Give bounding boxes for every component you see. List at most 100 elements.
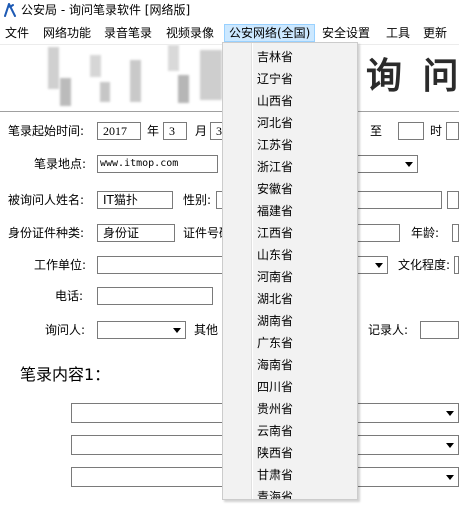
interrogator-select[interactable]	[97, 321, 186, 339]
province-menu-item[interactable]: 山西省	[223, 90, 357, 112]
end-minute-input[interactable]	[446, 122, 459, 140]
province-label: 江苏省	[257, 138, 294, 152]
chevron-down-icon[interactable]	[442, 468, 458, 486]
province-menu-item[interactable]: 浙江省	[223, 156, 357, 178]
province-label: 福建省	[257, 204, 294, 218]
age-label: 年龄:	[411, 226, 440, 240]
location-input[interactable]: www.itmop.com	[97, 155, 218, 173]
menu-network[interactable]: 网络功能	[38, 24, 96, 42]
province-label: 甘肃省	[257, 468, 294, 482]
menu-police-network[interactable]: 公安网络(全国)	[224, 24, 316, 42]
page-title: 询 问	[366, 55, 459, 97]
window-title: 公安局 - 询问笔录软件 [网络版]	[21, 3, 191, 17]
province-label: 浙江省	[257, 160, 294, 174]
year-input[interactable]: 2017	[97, 122, 141, 140]
to-label: 至	[370, 124, 383, 138]
end-hour-input[interactable]	[398, 122, 424, 140]
name-input[interactable]: IT猫扑	[97, 191, 173, 209]
chevron-down-icon[interactable]	[169, 322, 185, 338]
interrogator-label: 询问人:	[45, 323, 86, 337]
location-label: 笔录地点:	[34, 157, 87, 171]
province-menu-item[interactable]: 江西省	[223, 222, 357, 244]
menu-video-record[interactable]: 视频录像	[161, 24, 219, 42]
work-unit-label: 工作单位:	[34, 258, 87, 272]
other-label: 其他	[194, 323, 219, 337]
year-unit-label: 年	[147, 124, 160, 138]
year-value: 2017	[103, 124, 127, 138]
province-menu-item[interactable]: 四川省	[223, 376, 357, 398]
province-menu-item[interactable]: 贵州省	[223, 398, 357, 420]
menu-tools[interactable]: 工具	[381, 24, 415, 42]
province-menu-item[interactable]: 海南省	[223, 354, 357, 376]
age-input[interactable]	[452, 224, 459, 242]
province-label: 湖北省	[257, 292, 294, 306]
banner-graphic	[90, 55, 101, 77]
province-label: 海南省	[257, 358, 294, 372]
province-label: 山东省	[257, 248, 294, 262]
province-label: 山西省	[257, 94, 294, 108]
month-input[interactable]: 3	[163, 122, 187, 140]
id-type-label: 身份证件种类:	[8, 226, 85, 240]
province-label: 贵州省	[257, 402, 294, 416]
banner-graphic	[200, 50, 222, 100]
recorder-label: 记录人:	[368, 323, 409, 337]
province-dropdown-menu: 吉林省 辽宁省 山西省 河北省 江苏省 浙江省 安徽省 福建省 江西省 山东省 …	[222, 42, 358, 500]
province-menu-item[interactable]: 吉林省	[223, 46, 357, 68]
phone-label: 电话:	[55, 289, 84, 303]
extra-input[interactable]	[447, 191, 459, 209]
province-label: 四川省	[257, 380, 294, 394]
province-label: 江西省	[257, 226, 294, 240]
province-label: 广东省	[257, 336, 294, 350]
province-menu-item[interactable]: 湖南省	[223, 310, 357, 332]
title-bar[interactable]: 公安局 - 询问笔录软件 [网络版]	[0, 0, 459, 20]
banner-graphic	[168, 45, 179, 71]
province-menu-item[interactable]: 辽宁省	[223, 68, 357, 90]
app-window: 公安局 - 询问笔录软件 [网络版] 文件 网络功能 录音笔录 视频录像 公安网…	[0, 0, 459, 515]
location-value: www.itmop.com	[100, 158, 179, 169]
month-unit-label: 月	[195, 124, 208, 138]
chevron-down-icon[interactable]	[401, 156, 417, 172]
province-label: 河北省	[257, 116, 294, 130]
hour-unit-label: 时	[430, 124, 443, 138]
province-menu-item[interactable]: 陕西省	[223, 442, 357, 464]
education-select[interactable]	[454, 256, 459, 274]
province-label: 湖南省	[257, 314, 294, 328]
banner-graphic	[48, 47, 59, 89]
phone-input[interactable]	[97, 287, 213, 305]
menu-file[interactable]: 文件	[0, 24, 34, 42]
chevron-down-icon[interactable]	[442, 404, 458, 422]
menu-update[interactable]: 更新	[418, 24, 452, 42]
province-menu-item[interactable]: 河南省	[223, 266, 357, 288]
province-label: 云南省	[257, 424, 294, 438]
menu-security[interactable]: 安全设置	[317, 24, 375, 42]
menu-bar: 文件 网络功能 录音笔录 视频录像 公安网络(全国) 安全设置 工具 更新	[0, 21, 459, 44]
id-type-value: 身份证	[103, 226, 140, 240]
province-label: 陕西省	[257, 446, 294, 460]
province-menu-item[interactable]: 江苏省	[223, 134, 357, 156]
chevron-down-icon[interactable]	[371, 257, 387, 273]
banner-graphic	[60, 78, 71, 106]
banner-graphic	[178, 75, 189, 103]
province-menu-item[interactable]: 福建省	[223, 200, 357, 222]
province-label: 吉林省	[257, 50, 294, 64]
province-menu-item[interactable]: 广东省	[223, 332, 357, 354]
province-label: 青海省	[257, 490, 294, 500]
province-menu-item[interactable]: 湖北省	[223, 288, 357, 310]
province-label: 安徽省	[257, 182, 294, 196]
name-label: 被询问人姓名:	[8, 193, 85, 207]
province-menu-item[interactable]: 安徽省	[223, 178, 357, 200]
app-icon	[3, 3, 17, 17]
province-label: 河南省	[257, 270, 294, 284]
province-menu-item[interactable]: 甘肃省	[223, 464, 357, 486]
menu-audio-record[interactable]: 录音笔录	[99, 24, 157, 42]
education-label: 文化程度:	[398, 258, 451, 272]
id-type-input[interactable]: 身份证	[97, 224, 175, 242]
chevron-down-icon[interactable]	[442, 436, 458, 454]
province-menu-item[interactable]: 山东省	[223, 244, 357, 266]
province-menu-item[interactable]: 云南省	[223, 420, 357, 442]
province-menu-item[interactable]: 青海省	[223, 486, 357, 500]
province-menu-item[interactable]: 河北省	[223, 112, 357, 134]
recorder-input[interactable]	[420, 321, 459, 339]
start-time-label: 笔录起始时间:	[8, 124, 85, 138]
province-label: 辽宁省	[257, 72, 294, 86]
